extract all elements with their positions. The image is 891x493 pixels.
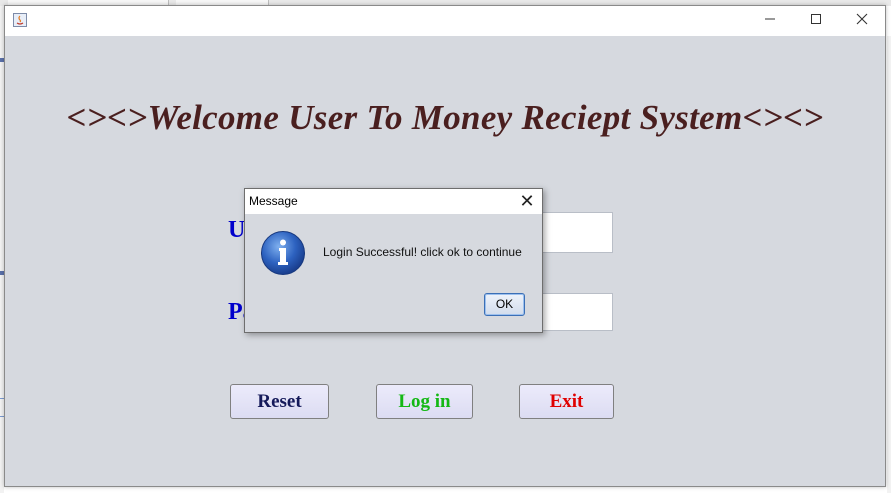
window-titlebar[interactable] (5, 6, 885, 36)
close-icon[interactable] (839, 6, 885, 36)
dialog-close-icon[interactable]: ✕ (512, 189, 542, 214)
ok-button[interactable]: OK (484, 293, 525, 316)
information-icon (260, 230, 306, 276)
java-icon (13, 13, 27, 27)
reset-button[interactable]: Reset (230, 384, 329, 419)
dialog-message: Login Successful! click ok to continue (323, 245, 522, 259)
message-dialog: Message ✕ Login Successful! click ok to … (244, 188, 543, 333)
maximize-icon[interactable] (793, 6, 839, 36)
dialog-titlebar[interactable]: Message ✕ (245, 189, 542, 214)
minimize-icon[interactable] (747, 6, 793, 36)
exit-button[interactable]: Exit (519, 384, 614, 419)
page-title: <><>Welcome User To Money Reciept System… (66, 98, 824, 137)
dialog-title: Message (249, 194, 298, 208)
username-label: U (228, 217, 246, 243)
login-button[interactable]: Log in (376, 384, 473, 419)
background-editor-edge (887, 36, 891, 493)
